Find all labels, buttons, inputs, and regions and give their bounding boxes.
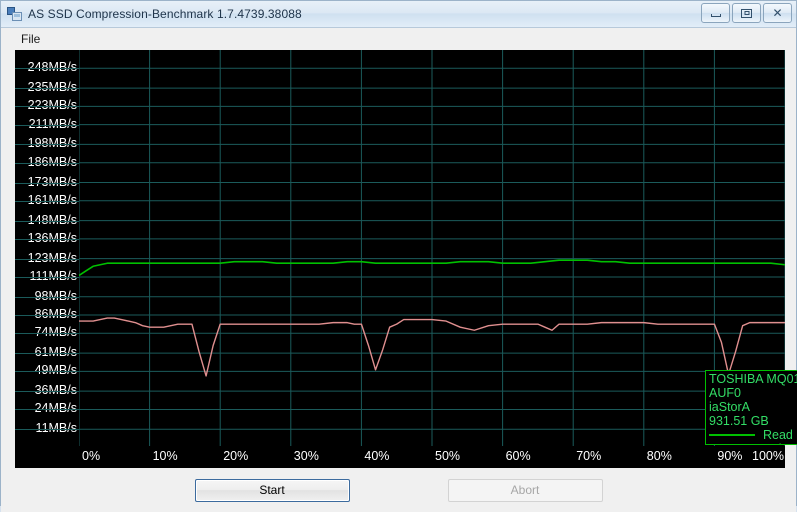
y-axis-gridline [15,200,79,202]
y-axis-gridline [15,353,79,355]
y-axis-gridline [15,258,79,260]
y-axis-tick: 11MB/s [35,421,77,436]
y-axis-tick: 186MB/s [27,154,77,169]
x-axis-tick: 100% [752,449,784,463]
minimize-icon [710,14,721,17]
y-axis-tick: 36MB/s [34,383,77,398]
y-axis-tick: 74MB/s [34,325,77,340]
x-axis-tick: 40% [364,449,390,463]
y-axis-gridline [15,409,79,411]
legend-device: TOSHIBA MQ01ABD [709,372,797,386]
button-bar: Start Abort [1,468,796,512]
y-axis-labels: 248MB/s 235MB/s 223MB/s 211MB/s 198MB/s 186MB… [15,50,79,468]
y-axis-gridline [15,124,79,126]
y-axis-tick: 86MB/s [34,307,77,321]
legend-label-write: Write [763,442,792,444]
y-axis-tick: 211MB/s [28,116,77,131]
y-axis-gridline [15,88,79,90]
menu-item-file[interactable]: File [15,30,46,48]
y-axis-gridline [15,333,79,335]
menu-bar: File [1,28,796,50]
y-axis-gridline [15,220,79,222]
legend-firmware: AUF0 [709,386,741,400]
y-axis-tick: 248MB/s [27,60,77,75]
maximize-button[interactable] [732,3,761,23]
y-axis-gridline [15,182,79,184]
x-axis-tick: 20% [223,449,249,463]
y-axis-gridline [15,162,79,164]
series-lines [79,50,785,446]
y-axis-tick: 235MB/s [27,80,77,95]
y-axis-gridline [15,429,79,431]
y-axis-tick: 61MB/s [34,345,77,360]
minimize-button[interactable] [701,3,730,23]
y-axis-tick: 161MB/s [27,192,77,207]
y-axis-gridline [15,144,79,146]
y-axis-gridline [15,276,79,278]
x-axis-tick: 50% [435,449,461,463]
window-title: AS SSD Compression-Benchmark 1.7.4739.38… [28,7,302,21]
legend-label-read: Read [763,428,793,442]
maximize-icon [741,8,752,18]
close-icon: ✕ [772,6,783,20]
close-button[interactable]: ✕ [763,3,792,23]
y-axis-tick: 98MB/s [34,288,77,303]
x-axis-tick: 80% [646,449,672,463]
grid-layer [79,50,785,446]
x-axis-tick: 90% [717,449,743,463]
y-axis-gridline [15,106,79,108]
y-axis-gridline [15,68,79,70]
y-axis-tick: 123MB/s [27,250,77,265]
y-axis-tick: 136MB/s [27,230,77,245]
legend-capacity: 931.51 GB [709,414,769,428]
start-button[interactable]: Start [194,478,350,502]
app-window: AS SSD Compression-Benchmark 1.7.4739.38… [0,0,797,512]
x-axis-labels: 0% 10% 20% 30% 40% 50% 60% 70% 80% 90% 100% [79,446,785,468]
chart-area: 248MB/s 235MB/s 223MB/s 211MB/s 198MB/s 186MB… [1,50,797,468]
x-axis-tick: 60% [505,449,531,463]
legend-swatch-read [709,434,755,436]
app-icon [7,6,23,22]
y-axis-tick: 223MB/s [27,98,77,113]
legend-entry-write: Write [709,442,795,444]
y-axis-tick: 24MB/s [34,401,77,416]
y-axis-gridline [15,315,79,316]
benchmark-chart: 248MB/s 235MB/s 223MB/s 211MB/s 198MB/s 186MB… [15,50,797,468]
x-axis-tick: 70% [576,449,602,463]
y-axis-tick: 49MB/s [34,363,77,378]
y-axis-tick: 111MB/s [29,268,77,283]
legend-entry-read: Read [709,428,795,442]
x-axis-tick: 0% [82,449,101,463]
y-axis-gridline [15,391,79,393]
y-axis-tick: 148MB/s [27,212,77,227]
y-axis-tick: 173MB/s [27,174,77,189]
y-axis-gridline [15,371,79,373]
abort-button: Abort [447,478,603,502]
x-axis-tick: 30% [293,449,319,463]
legend-controller: iaStorA [709,400,750,414]
y-axis-gridline [15,238,79,240]
plot-region [79,50,785,446]
x-axis-tick: 10% [152,449,178,463]
window-controls: ✕ [701,3,792,23]
title-bar: AS SSD Compression-Benchmark 1.7.4739.38… [1,1,796,28]
y-axis-tick: 198MB/s [27,136,77,151]
chart-legend: TOSHIBA MQ01ABD AUF0 iaStorA 931.51 GB R… [705,370,797,445]
y-axis-gridline [15,296,79,298]
